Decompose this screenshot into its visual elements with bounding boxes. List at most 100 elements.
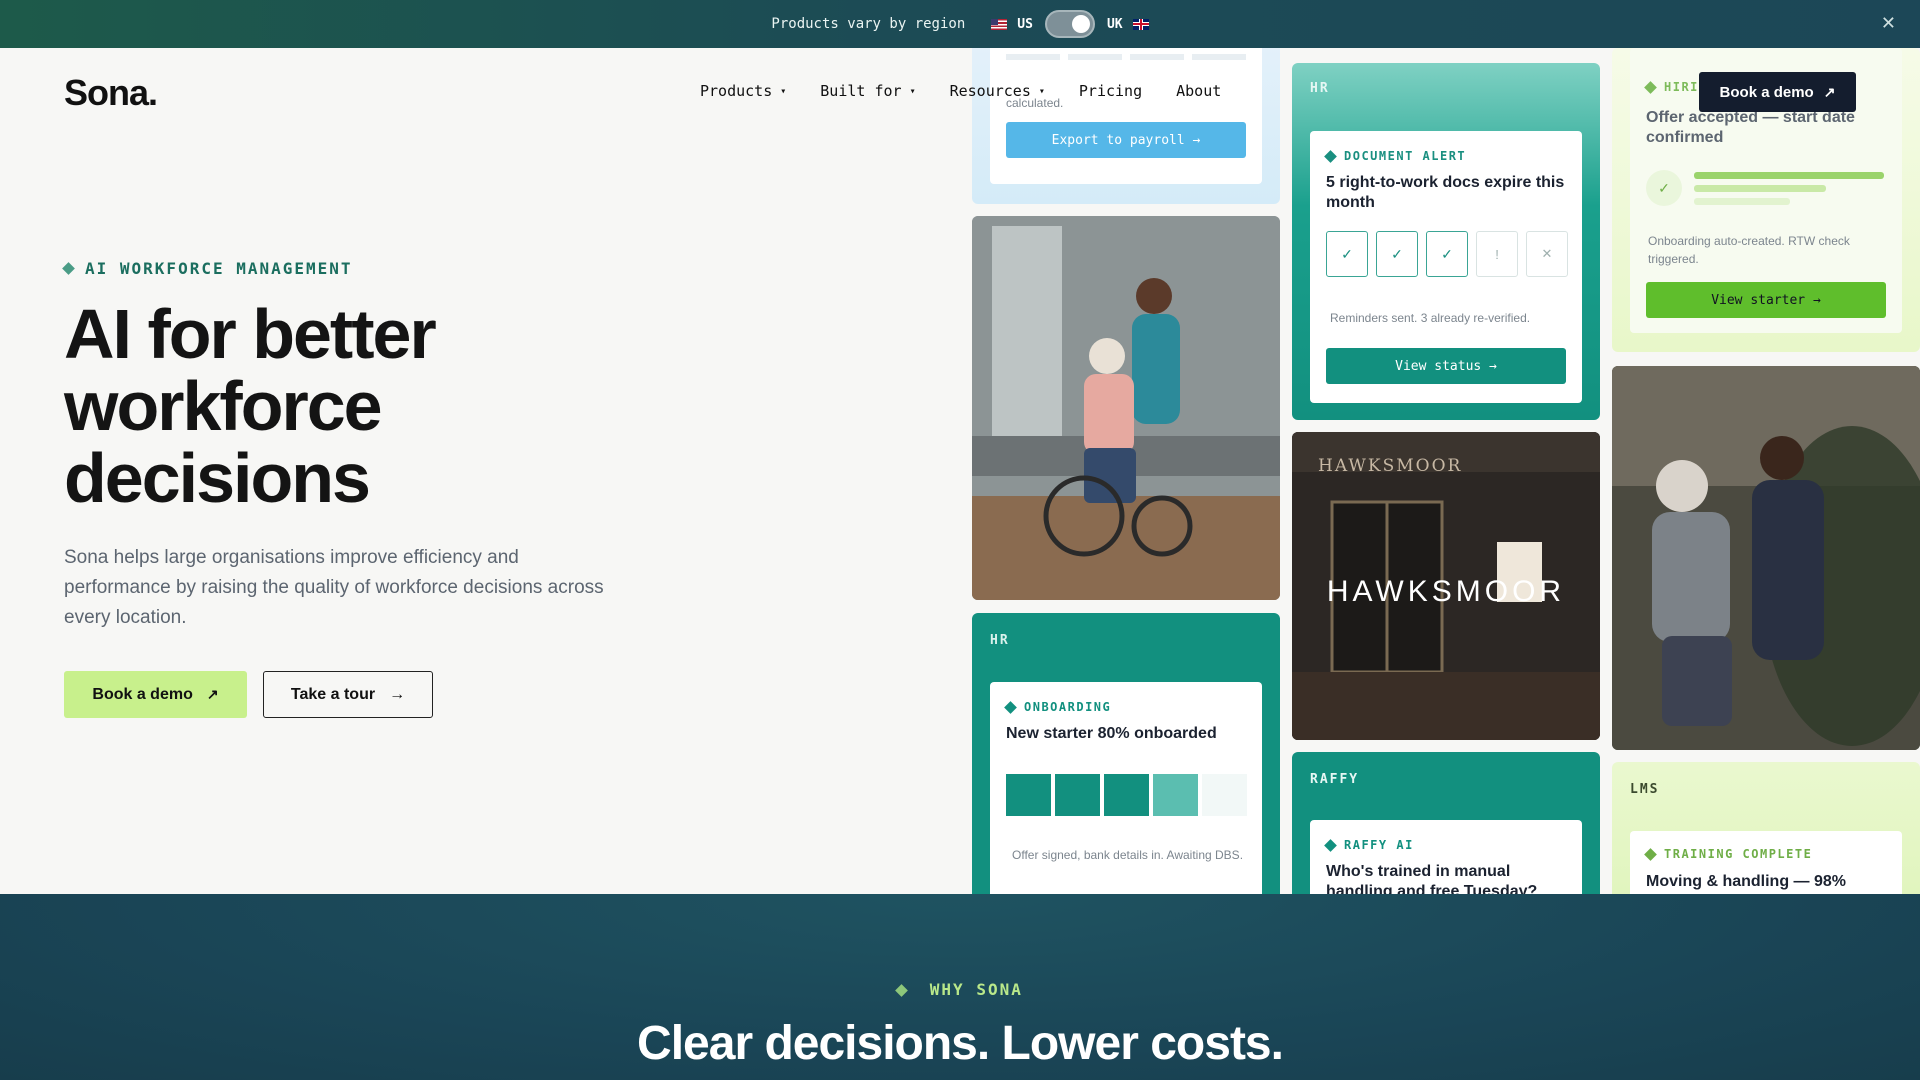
- document-alert-kicker-text: DOCUMENT ALERT: [1344, 149, 1467, 163]
- progress-segment: [1055, 774, 1100, 816]
- payroll-bars: [1006, 54, 1246, 60]
- book-demo-button[interactable]: Book a demo ↗: [64, 671, 247, 718]
- hero-title: AI for better workforce decisions: [64, 298, 664, 514]
- nav-products-label: Products: [700, 82, 773, 100]
- progress-segment: [1006, 774, 1051, 816]
- hawksmoor-logo-text: HAWKSMOOR: [1326, 575, 1566, 608]
- export-payroll-button[interactable]: Export to payroll →: [1006, 122, 1246, 158]
- book-demo-header-label: Book a demo: [1719, 83, 1814, 101]
- raffy-kicker-text: RAFFY AI: [1344, 838, 1414, 852]
- take-tour-label: Take a tour: [290, 685, 376, 703]
- diamond-icon: [1324, 838, 1337, 852]
- document-alert-card: HR DOCUMENT ALERT 5 right-to-work docs e…: [1292, 63, 1600, 420]
- raffy-title: Who's trained in manual handling and fre…: [1326, 863, 1538, 894]
- lms-kicker: TRAINING COMPLETE: [1644, 847, 1813, 861]
- onboarding-panel: ONBOARDING New starter 80% onboarded Off…: [990, 682, 1262, 894]
- us-flag-icon: [991, 18, 1008, 30]
- sona-logo[interactable]: Sona.: [64, 72, 158, 114]
- onboarding-card: HR ONBOARDING New starter 80% onboarded …: [972, 613, 1280, 894]
- progress-segment: [1104, 774, 1149, 816]
- region-banner-text: Products vary by region: [771, 16, 966, 32]
- main-nav: Products ▾ Built for ▾ Resources ▾ Prici…: [700, 82, 1255, 100]
- arrow-up-right-icon: ↗: [1823, 83, 1836, 100]
- toggle-knob: [1071, 15, 1090, 33]
- status-check-box: ✓: [1376, 231, 1418, 277]
- raffy-card: RAFFY RAFFY AI Who's trained in manual h…: [1292, 752, 1600, 894]
- why-sona-eyebrow-text: WHY SONA: [929, 980, 1023, 999]
- nav-about[interactable]: About: [1176, 82, 1221, 100]
- nav-built-for-label: Built for: [820, 82, 902, 100]
- nav-about-label: About: [1176, 82, 1222, 100]
- hiring-note: Onboarding auto-created. RTW check trigg…: [1648, 234, 1850, 266]
- diamond-icon: [1644, 847, 1657, 861]
- document-alert-kicker: DOCUMENT ALERT: [1324, 149, 1467, 163]
- nav-pricing[interactable]: Pricing: [1079, 82, 1142, 100]
- nav-pricing-label: Pricing: [1078, 82, 1143, 100]
- document-alert-panel: DOCUMENT ALERT 5 right-to-work docs expi…: [1310, 131, 1582, 403]
- arrow-up-right-icon: ↗: [206, 686, 219, 702]
- region-toggle[interactable]: [1044, 10, 1095, 38]
- document-alert-tag: HR: [1310, 81, 1330, 96]
- onboarding-tag: HR: [990, 633, 1010, 648]
- product-cards-collage: calculated. Export to payroll → HR ONBOA…: [972, 48, 1920, 894]
- hiring-title: Offer accepted — start date confirmed: [1646, 109, 1855, 146]
- hiring-kicker-text: HIRI: [1664, 80, 1699, 94]
- payroll-card: calculated. Export to payroll →: [972, 48, 1280, 204]
- onboarding-note: Offer signed, bank details in. Awaiting …: [1012, 848, 1244, 862]
- nav-built-for[interactable]: Built for ▾: [820, 82, 915, 100]
- diamond-icon: [62, 262, 75, 275]
- hiring-kicker: HIRI: [1644, 80, 1699, 94]
- status-check-box: ✓: [1426, 231, 1468, 277]
- region-us-label: US: [1017, 16, 1033, 32]
- hawksmoor-photo: HAWKSMOOR HAWKSMOOR: [1292, 432, 1600, 740]
- caregiver-wheelchair-photo: [972, 216, 1280, 600]
- status-warning-box: !: [1476, 231, 1518, 277]
- view-status-button[interactable]: View status →: [1326, 348, 1566, 384]
- close-icon[interactable]: ✕: [1881, 13, 1896, 34]
- hero-title-line: workforce: [64, 367, 383, 445]
- raffy-kicker: RAFFY AI: [1324, 838, 1414, 852]
- nav-resources-label: Resources: [949, 82, 1031, 100]
- lms-tag: LMS: [1630, 782, 1660, 797]
- why-sona-title: Clear decisions. Lower costs.: [637, 1017, 1284, 1070]
- hero-eyebrow-text: AI WORKFORCE MANAGEMENT: [85, 259, 353, 278]
- diamond-icon: [1004, 700, 1017, 714]
- lms-kicker-text: TRAINING COMPLETE: [1664, 847, 1813, 861]
- document-alert-title: 5 right-to-work docs expire this month: [1326, 174, 1565, 211]
- status-cross-box: ✕: [1526, 231, 1568, 277]
- view-starter-button[interactable]: View starter →: [1646, 282, 1886, 318]
- hiring-progress-lines: [1694, 172, 1884, 205]
- onboarding-kicker: ONBOARDING: [1004, 700, 1112, 714]
- chevron-down-icon: ▾: [780, 85, 787, 97]
- payroll-panel: calculated. Export to payroll →: [990, 48, 1262, 184]
- why-sona-eyebrow: WHY SONA: [0, 980, 1920, 999]
- diamond-icon: [895, 984, 909, 997]
- lms-panel: TRAINING COMPLETE Moving & handling — 98…: [1630, 831, 1902, 894]
- onboarding-title: New starter 80% onboarded: [1006, 725, 1217, 742]
- status-check-box: ✓: [1326, 231, 1368, 277]
- nav-products[interactable]: Products ▾: [700, 82, 786, 100]
- hero-eyebrow: AI WORKFORCE MANAGEMENT: [62, 259, 353, 278]
- progress-segment: [1202, 774, 1247, 816]
- hawksmoor-sign-top: HAWKSMOOR: [1318, 456, 1463, 476]
- progress-segment: [1153, 774, 1198, 816]
- book-demo-label: Book a demo: [92, 685, 193, 703]
- lms-title: Moving & handling — 98%: [1646, 873, 1847, 890]
- onboarding-kicker-text: ONBOARDING: [1024, 700, 1112, 714]
- document-status-boxes: ✓ ✓ ✓ ! ✕: [1326, 231, 1568, 277]
- hero-title-line: decisions: [64, 439, 371, 517]
- region-banner: Products vary by region US UK ✕: [0, 0, 1920, 48]
- raffy-tag: RAFFY: [1310, 772, 1360, 787]
- arrow-right-icon: →: [389, 685, 406, 703]
- nurse-photo-illustration: [1612, 366, 1920, 750]
- onboarding-progress: [1006, 774, 1247, 816]
- uk-flag-icon: [1132, 18, 1149, 30]
- raffy-panel: RAFFY AI Who's trained in manual handlin…: [1310, 820, 1582, 894]
- chevron-down-icon: ▾: [1038, 85, 1045, 97]
- take-tour-button[interactable]: Take a tour →: [263, 671, 433, 718]
- book-demo-header-button[interactable]: Book a demo ↗: [1699, 72, 1856, 112]
- lms-card: LMS TRAINING COMPLETE Moving & handling …: [1612, 762, 1920, 894]
- hero-title-line: AI for better: [64, 295, 437, 373]
- nav-resources[interactable]: Resources ▾: [950, 82, 1045, 100]
- caregiver-photo-illustration: [972, 216, 1280, 600]
